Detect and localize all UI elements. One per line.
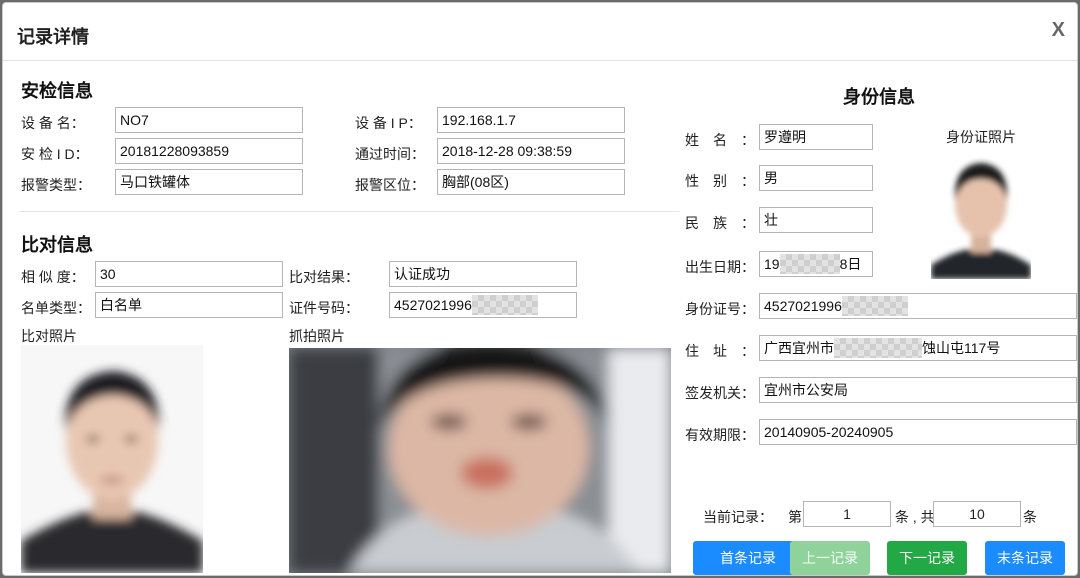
issuer-field[interactable]: 宜州市公安局 [759, 377, 1077, 403]
gender-label: 性 别 ： [685, 173, 755, 189]
address-suffix: 蚀山屯117号 [922, 340, 1001, 356]
birth-prefix: 19 [764, 256, 780, 272]
device-name-field[interactable]: NO7 [115, 107, 303, 133]
identity-section-title: 身份信息 [843, 87, 915, 107]
alarm-area-field[interactable]: 胸部(08区) [437, 169, 625, 195]
section-divider [19, 211, 679, 212]
birth-field[interactable]: 19 8日 [759, 251, 873, 277]
compare-result-label: 比对结果： [289, 269, 359, 285]
compare-photo-label: 比对照片 [21, 328, 77, 344]
redaction-mask [471, 295, 538, 316]
similarity-field[interactable]: 30 [95, 261, 283, 287]
name-label: 姓 名 ： [685, 132, 755, 148]
id-photo [931, 153, 1031, 279]
address-field[interactable]: 广西宜州市 蚀山屯117号 [759, 335, 1077, 361]
capture-photo-portrait-icon [289, 348, 671, 573]
first-record-button[interactable]: 首条记录 [693, 541, 803, 575]
pager-prefix: 第 [788, 509, 802, 525]
id-photo-portrait-icon [931, 163, 1031, 279]
validity-label: 有效期限： [685, 427, 755, 443]
dialog-titlebar: 记录详情 X [3, 3, 1077, 61]
compare-photo-portrait-icon [21, 371, 203, 573]
alarm-type-label: 报警类型： [21, 177, 91, 193]
dialog-title: 记录详情 [17, 27, 89, 47]
gender-field[interactable]: 男 [759, 165, 873, 191]
id-no-label: 身份证号： [685, 301, 755, 317]
compare-section-title: 比对信息 [21, 235, 93, 255]
validity-field[interactable]: 20140905-20240905 [759, 419, 1077, 445]
capture-photo-label: 抓拍照片 [289, 328, 345, 344]
total-records-field: 10 [933, 501, 1021, 527]
compare-photo [21, 345, 203, 573]
pass-time-field[interactable]: 2018-12-28 09:38:59 [437, 138, 625, 164]
ethnicity-field[interactable]: 壮 [759, 207, 873, 233]
id-no-text: 4527021996 [764, 298, 842, 314]
redaction-mask [841, 296, 908, 317]
security-section-title: 安检信息 [21, 81, 93, 101]
device-ip-label: 设 备 I P： [355, 115, 422, 131]
device-name-label: 设 备 名： [21, 115, 85, 131]
security-id-label: 安 检 I D： [21, 146, 89, 162]
next-record-button[interactable]: 下一记录 [887, 541, 967, 575]
issuer-label: 签发机关： [685, 385, 755, 401]
address-prefix: 广西宜州市 [764, 340, 834, 356]
cert-no-label: 证件号码： [289, 300, 359, 316]
capture-photo [289, 348, 671, 573]
pager-suffix: 条 [1023, 509, 1037, 525]
list-type-field[interactable]: 白名单 [95, 292, 283, 318]
name-field[interactable]: 罗遵明 [759, 124, 873, 150]
birth-suffix: 8日 [839, 256, 862, 272]
redaction-mask [834, 338, 922, 359]
cert-no-field[interactable]: 4527021996 [389, 292, 577, 318]
redaction-mask [779, 254, 840, 275]
compare-result-field[interactable]: 认证成功 [389, 261, 577, 287]
device-ip-field[interactable]: 192.168.1.7 [437, 107, 625, 133]
pass-time-label: 通过时间： [355, 146, 425, 162]
birth-label: 出生日期： [685, 259, 755, 275]
current-record-label: 当前记录： [703, 509, 773, 525]
cert-no-text: 4527021996 [394, 297, 472, 313]
close-icon[interactable]: X [1052, 19, 1065, 42]
alarm-type-field[interactable]: 马口铁罐体 [115, 169, 303, 195]
ethnicity-label: 民 族 ： [685, 215, 755, 231]
prev-record-button[interactable]: 上一记录 [790, 541, 870, 575]
id-no-field[interactable]: 4527021996 [759, 293, 1077, 319]
id-photo-label: 身份证照片 [946, 129, 1016, 145]
alarm-area-label: 报警区位： [355, 177, 425, 193]
pager-middle: 条 , 共 [895, 509, 935, 525]
address-label: 住 址 ： [685, 343, 755, 359]
last-record-button[interactable]: 末条记录 [985, 541, 1065, 575]
current-record-input[interactable]: 1 [803, 501, 891, 527]
security-id-field[interactable]: 20181228093859 [115, 138, 303, 164]
similarity-label: 相 似 度： [21, 269, 85, 285]
list-type-label: 名单类型： [21, 300, 91, 316]
record-detail-dialog: 记录详情 X 安检信息 设 备 名： NO7 设 备 I P： 192.168.… [2, 2, 1078, 576]
